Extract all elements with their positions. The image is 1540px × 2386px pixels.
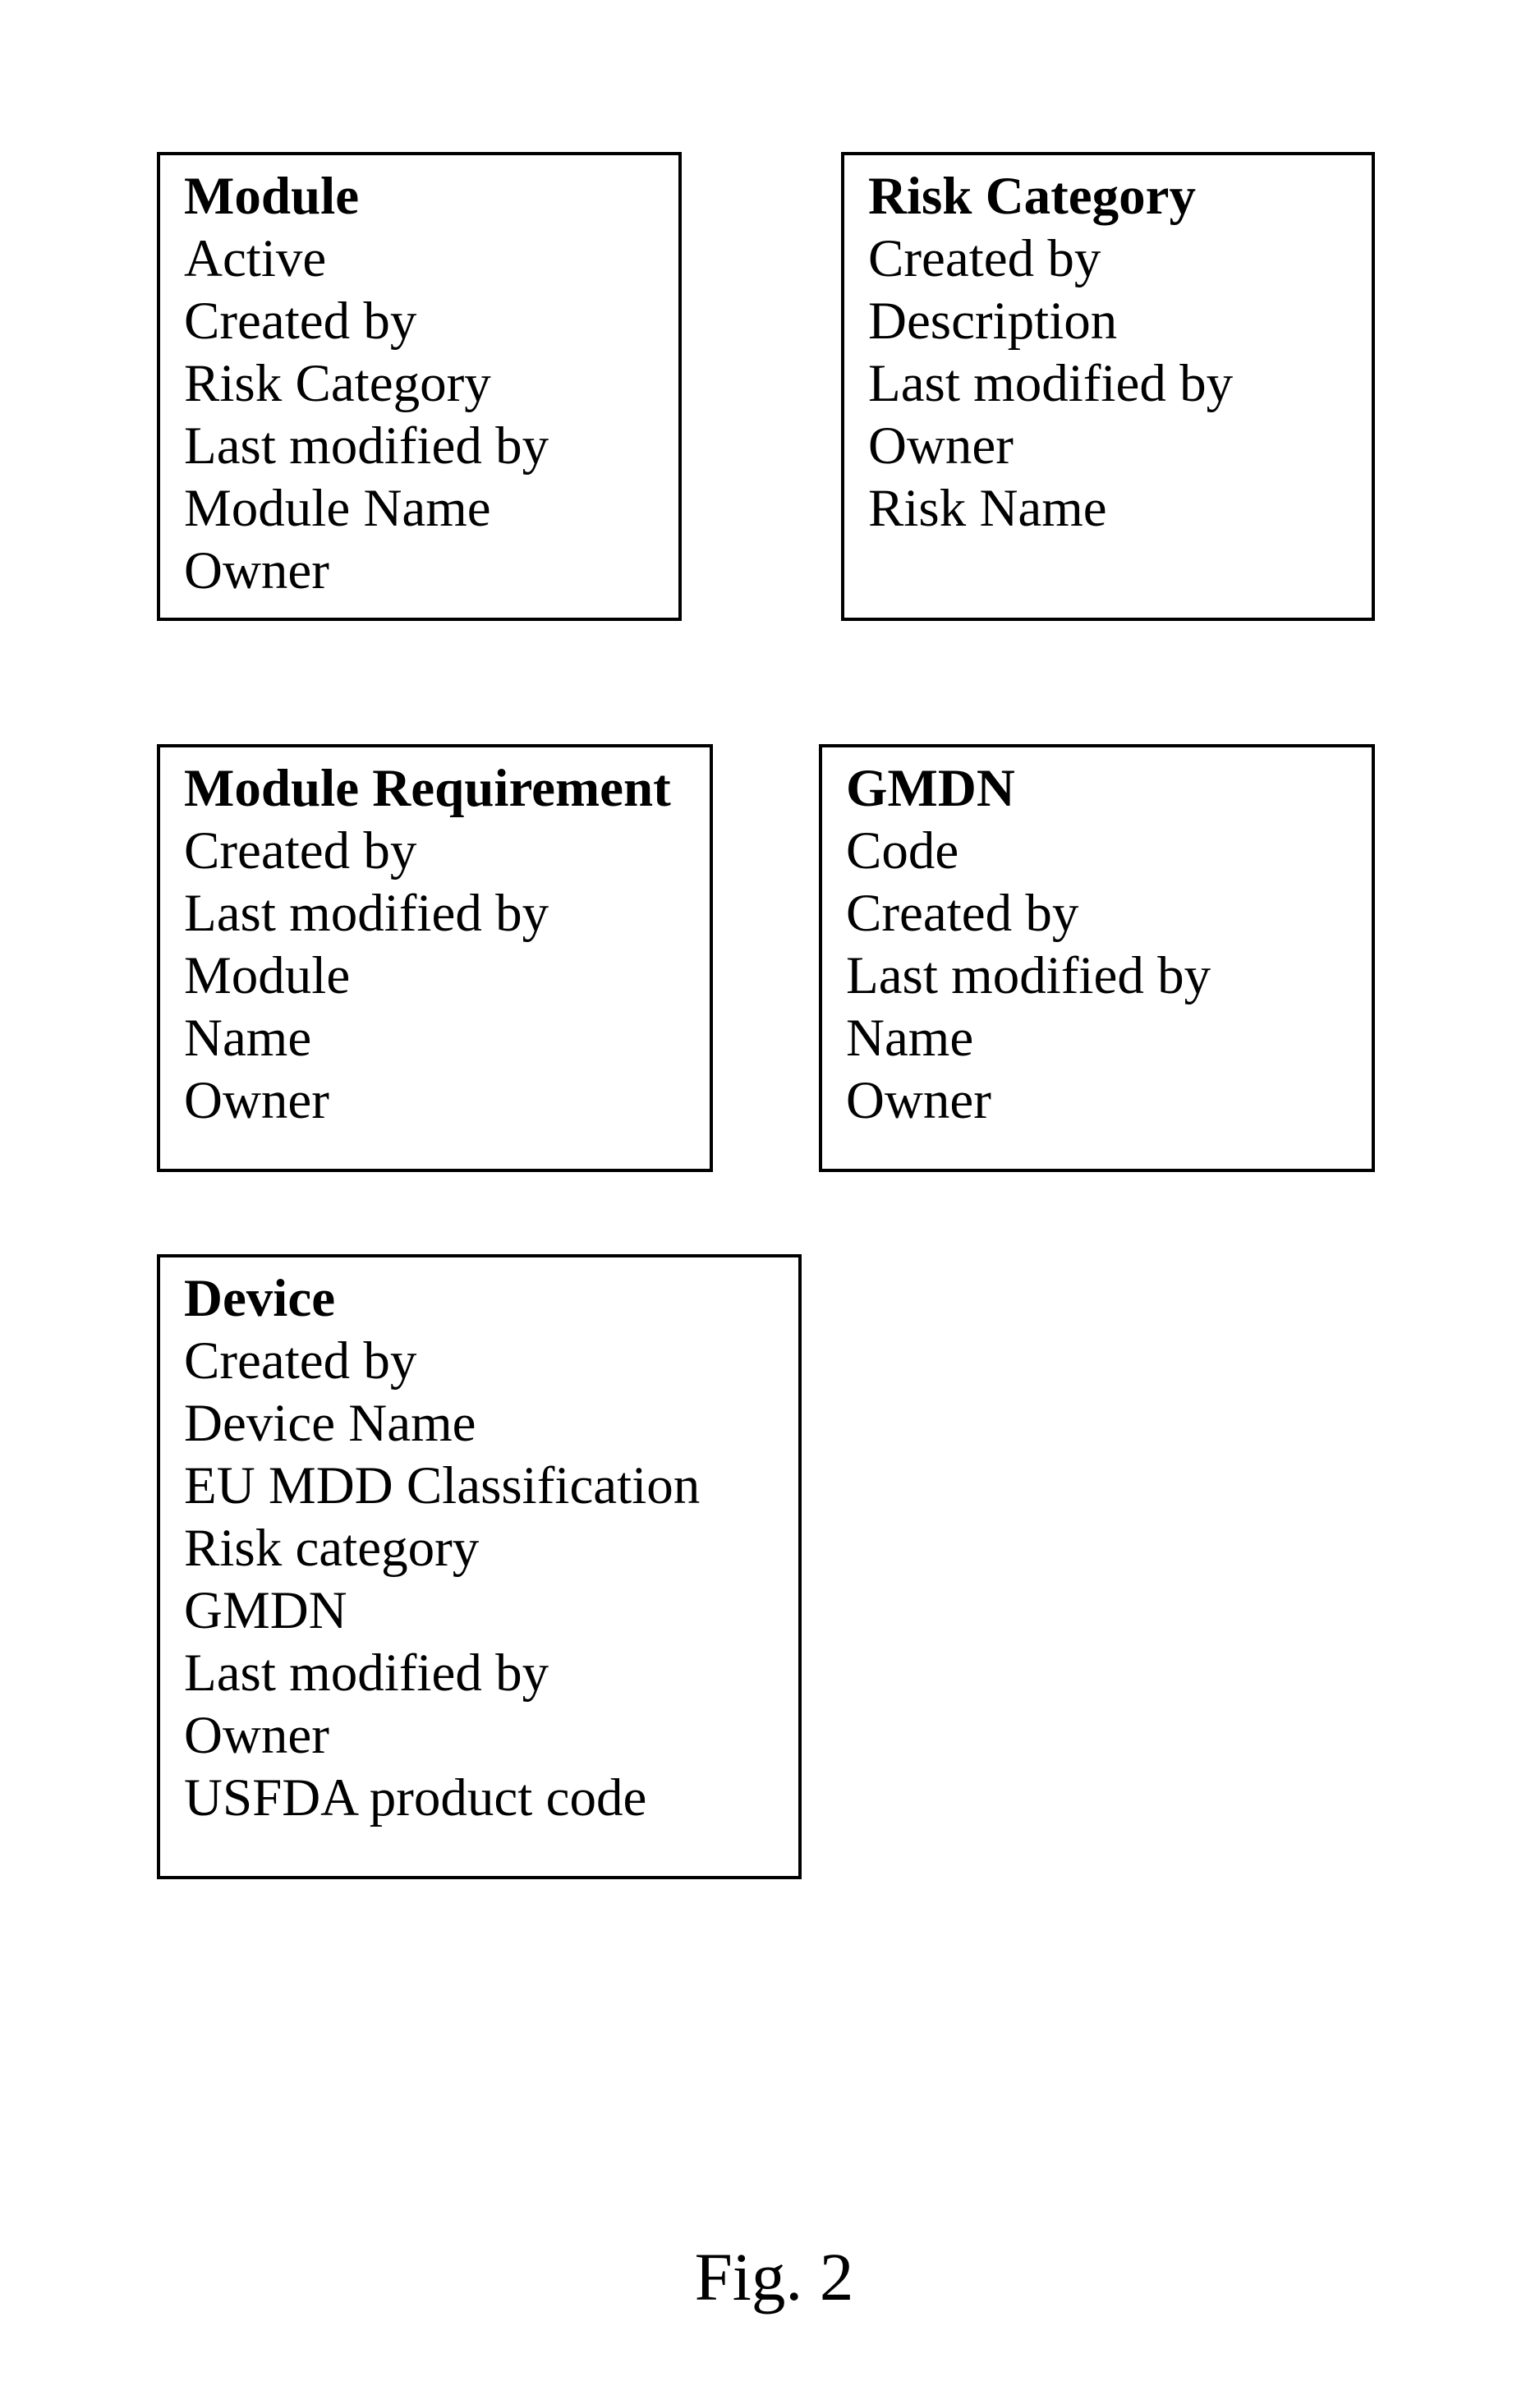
entity-field: Name (184, 1009, 312, 1068)
entity-field: Owner (184, 1706, 329, 1765)
entity-field: Last modified by (184, 416, 549, 476)
entity-field: Code (846, 821, 959, 880)
entity-field: Active (184, 229, 327, 288)
entity-field: Owner (184, 541, 329, 600)
entity-field: Device Name (184, 1394, 476, 1453)
entity-field: Owner (184, 1071, 329, 1130)
entity-field: USFDA product code (184, 1768, 647, 1827)
entity-title: GMDN (846, 759, 1015, 818)
entity-title: Device (184, 1269, 336, 1328)
entity-field: Created by (868, 229, 1101, 288)
entity-field: Description (868, 292, 1118, 351)
entity-field: EU MDD Classification (184, 1456, 701, 1515)
entity-field: Created by (184, 1331, 417, 1391)
entity-title: Risk Category (868, 167, 1196, 226)
entity-field: Owner (846, 1071, 991, 1130)
entity-field: Module Name (184, 479, 491, 538)
entity-field: Last modified by (184, 884, 549, 943)
entity-box-module-requirement: Module Requirement Created by Last modif… (157, 744, 713, 1172)
entity-box-device: Device Created by Device Name EU MDD Cla… (157, 1254, 802, 1879)
entity-title: Module Requirement (184, 759, 671, 818)
entity-field: Last modified by (184, 1644, 549, 1703)
entity-field: Risk Name (868, 479, 1107, 538)
entity-field: Created by (184, 292, 417, 351)
entity-field: Module (184, 946, 351, 1005)
entity-field: Name (846, 1009, 974, 1068)
entity-field: Owner (868, 416, 1014, 476)
entity-field: Last modified by (846, 946, 1211, 1005)
entity-box-risk-category: Risk Category Created by Description Las… (841, 152, 1375, 621)
entity-field: Risk Category (184, 354, 491, 413)
entity-field: Last modified by (868, 354, 1234, 413)
entity-title: Module (184, 167, 360, 226)
entity-box-module: Module Active Created by Risk Category L… (157, 152, 682, 621)
entity-field: GMDN (184, 1581, 347, 1640)
entity-field: Risk category (184, 1519, 480, 1578)
entity-field: Created by (846, 884, 1079, 943)
figure-label: Fig. 2 (694, 2239, 854, 2315)
entity-box-gmdn: GMDN Code Created by Last modified by Na… (819, 744, 1375, 1172)
entity-field: Created by (184, 821, 417, 880)
